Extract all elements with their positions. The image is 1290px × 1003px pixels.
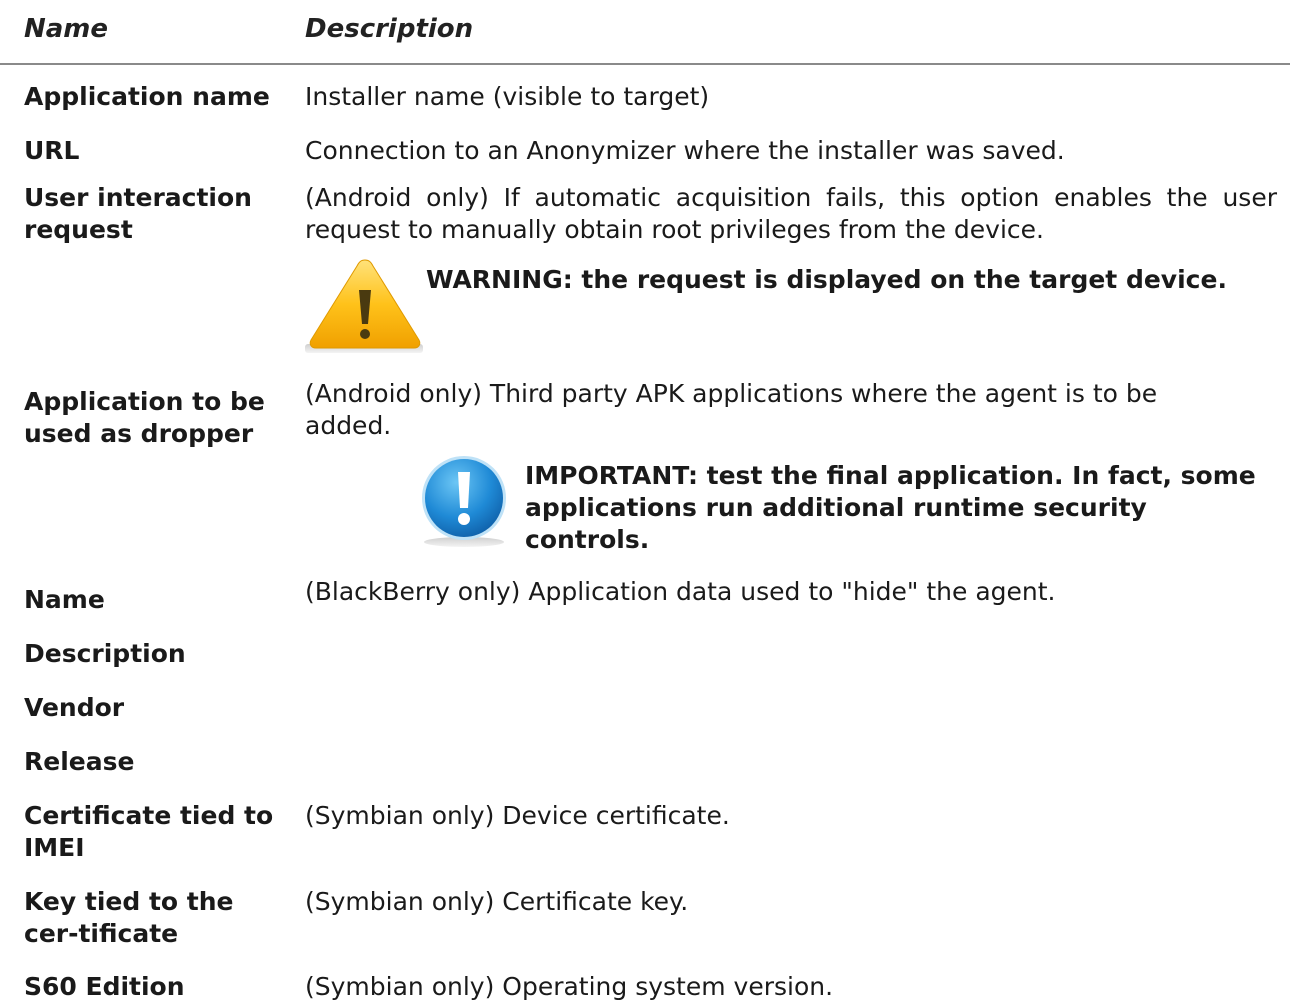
row-description: (Symbian only) Device certificate. — [305, 801, 730, 830]
row-description: (Android only) If automatic acquisition … — [305, 183, 1277, 244]
row-name: S60 Edition — [24, 972, 185, 1001]
row-name: Application to be used as dropper — [24, 387, 265, 448]
row-description: (Symbian only) Certificate key. — [305, 887, 689, 916]
column-header-description: Description — [305, 14, 474, 44]
row-description: (BlackBerry only) Application data used … — [305, 577, 1056, 606]
warning-text: WARNING: the request is displayed on the… — [426, 265, 1227, 294]
row-description: (Android only) Third party APK applicati… — [305, 379, 1158, 440]
row-name: User interaction request — [24, 183, 252, 244]
row-name: Release — [24, 747, 135, 776]
warning-icon — [305, 256, 425, 354]
column-header-name: Name — [24, 14, 109, 44]
row-name: Name — [24, 585, 105, 614]
row-name: Certificate tied to IMEI — [24, 801, 274, 862]
important-text: IMPORTANT: test the final application. I… — [525, 461, 1256, 554]
row-description: Installer name (visible to target) — [305, 82, 710, 111]
row-name: URL — [24, 136, 80, 165]
row-name: Description — [24, 639, 186, 668]
row-description: (Symbian only) Operating system version. — [305, 972, 834, 1001]
spec-table: Name Description Application name Instal… — [0, 0, 1290, 1002]
important-icon — [418, 454, 510, 548]
row-description: Connection to an Anonymizer where the in… — [305, 136, 1065, 165]
row-name: Vendor — [24, 693, 125, 722]
row-name: Application name — [24, 82, 270, 111]
header-divider — [0, 63, 1290, 65]
row-name: Key tied to the cer-tificate — [24, 887, 234, 948]
